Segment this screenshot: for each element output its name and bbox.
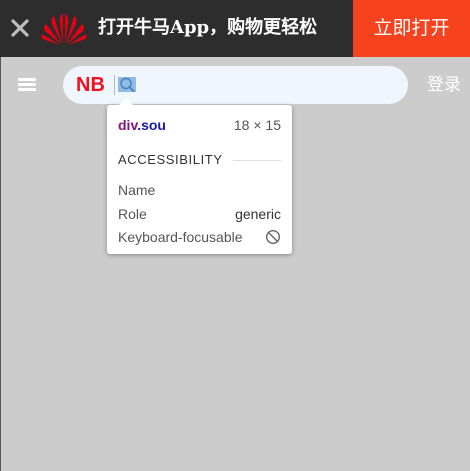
tooltip-element-selector: div.sou — [118, 116, 166, 134]
tooltip-element-class: .sou — [137, 117, 166, 133]
search-divider — [114, 75, 115, 95]
tooltip-row-value: generic — [235, 206, 281, 222]
tooltip-row-label: Name — [118, 182, 156, 198]
brand-logo: NB — [76, 74, 105, 96]
page-left-border — [0, 57, 1, 471]
banner-promo-text: 打开牛马App，购物更轻松 — [98, 17, 318, 38]
tooltip-element-size: 18 × 15 — [233, 117, 281, 133]
tooltip-section-title: ACCESSIBILITY — [118, 152, 223, 167]
tooltip-row-keyboard-focusable: Keyboard-focusable — [118, 228, 281, 246]
huawei-logo — [41, 13, 87, 45]
app-promo-banner: 打开牛马App，购物更轻松 立即打开 — [0, 0, 470, 57]
close-icon[interactable] — [8, 16, 32, 40]
tooltip-row-name: Name — [118, 181, 281, 199]
search-icon-highlight[interactable] — [118, 77, 136, 92]
tooltip-section-divider — [233, 160, 281, 161]
menu-icon[interactable] — [18, 78, 36, 92]
open-app-button[interactable]: 立即打开 — [353, 0, 470, 57]
inspector-tooltip: div.sou 18 × 15 ACCESSIBILITY Name Role … — [107, 98, 292, 254]
tooltip-row-label: Role — [118, 206, 147, 222]
tooltip-element-tag: div — [118, 117, 138, 133]
tooltip-row-label: Keyboard-focusable — [118, 229, 243, 245]
tooltip-row-role: Role generic — [118, 205, 281, 223]
login-link[interactable]: 登录 — [427, 74, 461, 96]
search-icon — [120, 77, 135, 92]
search-bar[interactable]: NB — [63, 66, 408, 104]
not-allowed-icon — [265, 229, 281, 245]
